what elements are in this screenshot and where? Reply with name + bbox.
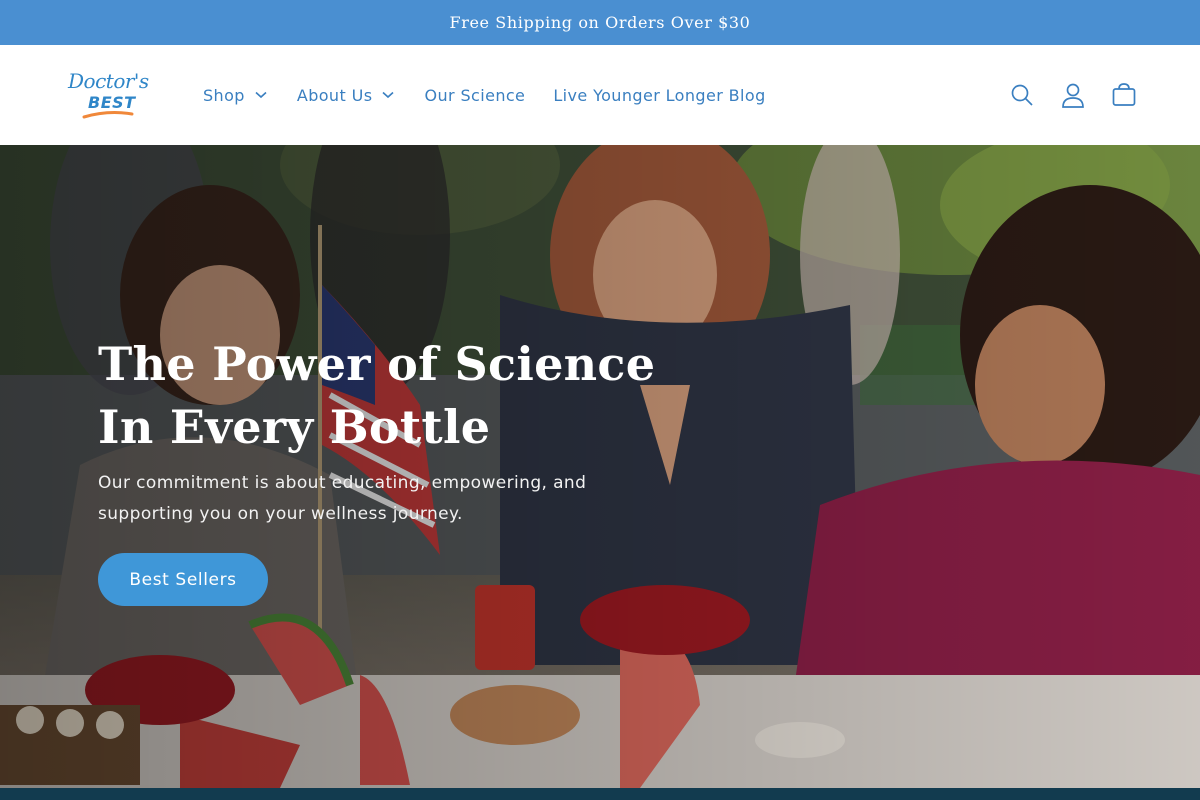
chevron-down-icon [255,91,267,99]
cart-icon[interactable] [1110,81,1138,109]
hero-title: The Power of Science In Every Bottle [98,337,656,454]
nav-item-label: About Us [296,85,373,105]
announcement-text: Free Shipping on Orders Over $30 [449,13,751,32]
logo-swoosh-icon [82,111,134,119]
main-nav: Shop About Us Our Science Live Younger L… [203,45,766,145]
header-icons [985,45,1138,145]
chevron-down-icon [382,91,395,99]
nav-item-label: Shop [203,85,245,105]
hero-subtitle: Our commitment is about educating, empow… [98,473,587,524]
nav-item-shop[interactable]: Shop [203,86,267,105]
logo-script-text: Doctor's [68,69,149,93]
nav-item-label: Our Science [424,85,526,105]
nav-item-our-science[interactable]: Our Science [424,86,525,105]
logo-best-text: BEST [88,93,136,112]
hero-overlay [0,145,1200,788]
nav-item-label: Live Younger Longer Blog [553,85,766,105]
best-sellers-button-label: Best Sellers [129,569,237,590]
announcement-bar: Free Shipping on Orders Over $30 [0,0,1200,45]
best-sellers-button[interactable]: Best Sellers [98,553,268,606]
hero-banner: The Power of Science In Every Bottle Our… [0,145,1200,788]
nav-item-blog[interactable]: Live Younger Longer Blog [553,86,765,105]
footer-strip [0,788,1200,800]
site-header: Doctor's BEST Shop About Us Our Science … [0,45,1200,145]
account-icon[interactable] [1059,81,1087,109]
brand-logo[interactable]: Doctor's BEST [66,69,152,121]
nav-item-about-us[interactable]: About Us [297,86,395,105]
search-icon[interactable] [1008,81,1036,109]
